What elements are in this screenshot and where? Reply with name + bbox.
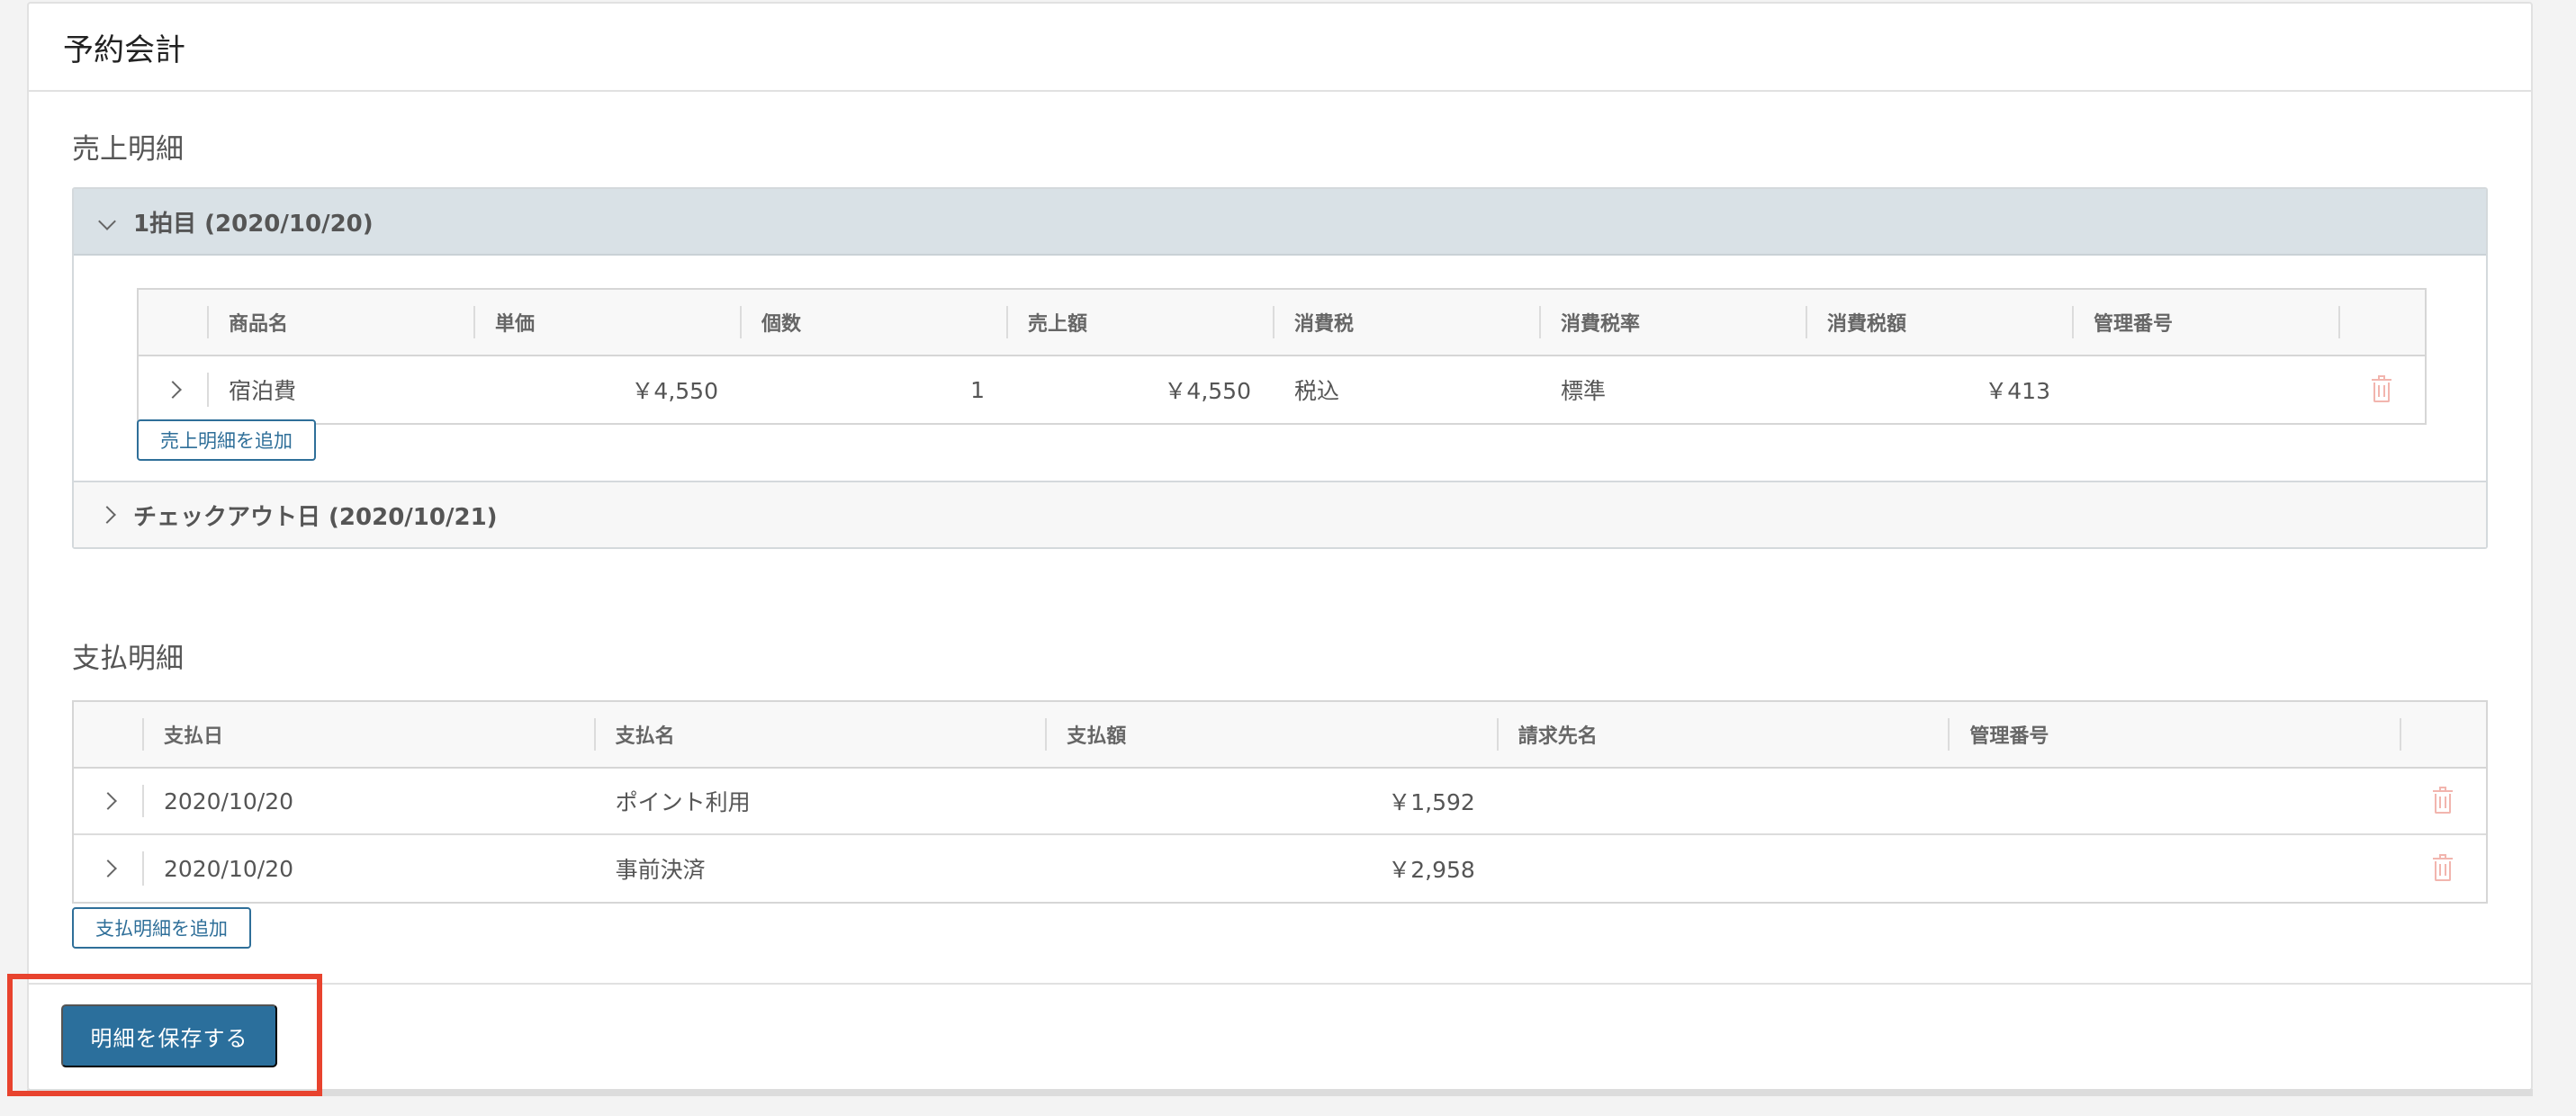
unit-price-cell[interactable]: ￥4,550 xyxy=(473,356,740,423)
billing-name-cell[interactable] xyxy=(1497,769,1949,833)
highlight-box xyxy=(7,974,322,1096)
management-number-cell[interactable] xyxy=(2072,356,2338,423)
payments-section-title: 支払明細 xyxy=(72,643,184,675)
sales-accordion: 1拍目 (2020/10/20) 商品名 単価 個数 売上額 消費税 消費税率 … xyxy=(72,187,2488,549)
add-payment-line-button[interactable]: 支払明細を追加 xyxy=(72,907,251,949)
column-header: 請求先名 xyxy=(1496,702,1949,767)
sales-amount-cell[interactable]: ￥4,550 xyxy=(1006,356,1273,423)
chevron-right-icon xyxy=(99,792,117,810)
column-header: 個数 xyxy=(740,290,1006,355)
action-column-header xyxy=(2400,702,2486,767)
chevron-right-icon xyxy=(98,506,116,524)
trash-icon xyxy=(2433,787,2454,814)
panel-header: 予約会計 xyxy=(29,4,2531,92)
column-header: 単価 xyxy=(473,290,740,355)
row-expand-toggle[interactable] xyxy=(74,769,142,833)
accordion-day1-header[interactable]: 1拍目 (2020/10/20) xyxy=(74,189,2486,256)
billing-name-cell[interactable] xyxy=(1497,835,1949,902)
column-header: 管理番号 xyxy=(1948,702,2400,767)
add-sales-line-button[interactable]: 売上明細を追加 xyxy=(137,419,316,461)
payment-name-cell[interactable]: 事前決済 xyxy=(594,835,1046,902)
item-name-cell[interactable]: 宿泊費 xyxy=(207,356,473,423)
trash-icon xyxy=(2433,854,2454,881)
management-number-cell[interactable] xyxy=(1948,835,2400,902)
management-number-cell[interactable] xyxy=(1948,769,2400,833)
panel-title: 予約会計 xyxy=(63,32,185,68)
chevron-right-icon xyxy=(99,860,117,878)
delete-row-button[interactable] xyxy=(2400,835,2486,902)
accounting-panel: 予約会計 売上明細 1拍目 (2020/10/20) 商品名 単価 個数 売上額… xyxy=(27,2,2533,1091)
table-row: 2020/10/20 事前決済 ￥2,958 xyxy=(74,835,2486,902)
column-header: 支払額 xyxy=(1045,702,1497,767)
column-header: 管理番号 xyxy=(2072,290,2338,355)
trash-icon xyxy=(2372,375,2391,402)
payments-table-header: 支払日 支払名 支払額 請求先名 管理番号 xyxy=(74,702,2486,769)
row-expand-toggle[interactable] xyxy=(74,835,142,902)
delete-row-button[interactable] xyxy=(2338,356,2425,423)
delete-row-button[interactable] xyxy=(2400,769,2486,833)
payment-amount-cell[interactable]: ￥2,958 xyxy=(1045,835,1497,902)
accordion-checkout-label: チェックアウト日 (2020/10/21) xyxy=(133,503,498,531)
column-header: 支払名 xyxy=(593,702,1046,767)
column-header: 消費税額 xyxy=(1806,290,2072,355)
accordion-day1-label: 1拍目 (2020/10/20) xyxy=(133,210,374,238)
column-header: 売上額 xyxy=(1006,290,1273,355)
payments-table: 支払日 支払名 支払額 請求先名 管理番号 2020/10/20 ポイント利用 … xyxy=(72,700,2488,904)
payment-name-cell[interactable]: ポイント利用 xyxy=(594,769,1046,833)
chevron-right-icon xyxy=(164,381,182,399)
column-header: 消費税率 xyxy=(1539,290,1806,355)
tax-rate-cell[interactable]: 標準 xyxy=(1539,356,1806,423)
sales-table-header: 商品名 単価 個数 売上額 消費税 消費税率 消費税額 管理番号 xyxy=(139,290,2425,356)
panel-bottom-shadow xyxy=(27,1089,2533,1096)
footer-divider xyxy=(29,983,2531,985)
table-row: 宿泊費 ￥4,550 1 ￥4,550 税込 標準 ￥413 xyxy=(139,356,2425,423)
row-expand-toggle[interactable] xyxy=(139,356,207,423)
chevron-down-icon xyxy=(98,212,116,230)
column-header: 支払日 xyxy=(141,702,594,767)
action-column-header xyxy=(2338,290,2425,355)
sales-section-title: 売上明細 xyxy=(72,133,184,166)
column-header: 消費税 xyxy=(1273,290,1539,355)
payment-amount-cell[interactable]: ￥1,592 xyxy=(1045,769,1497,833)
tax-type-cell[interactable]: 税込 xyxy=(1273,356,1539,423)
quantity-cell[interactable]: 1 xyxy=(740,356,1006,423)
payment-date-cell[interactable]: 2020/10/20 xyxy=(141,769,594,833)
expand-column-header xyxy=(139,290,207,355)
payment-date-cell[interactable]: 2020/10/20 xyxy=(141,835,594,902)
table-row: 2020/10/20 ポイント利用 ￥1,592 xyxy=(74,769,2486,835)
sales-table: 商品名 単価 個数 売上額 消費税 消費税率 消費税額 管理番号 宿泊費 ￥4,… xyxy=(137,288,2427,425)
column-header: 商品名 xyxy=(207,290,473,355)
accordion-checkout-header[interactable]: チェックアウト日 (2020/10/21) xyxy=(74,481,2486,547)
tax-amount-cell[interactable]: ￥413 xyxy=(1806,356,2072,423)
expand-column-header xyxy=(74,702,142,767)
accordion-day1-body: 商品名 単価 個数 売上額 消費税 消費税率 消費税額 管理番号 宿泊費 ￥4,… xyxy=(74,256,2486,481)
